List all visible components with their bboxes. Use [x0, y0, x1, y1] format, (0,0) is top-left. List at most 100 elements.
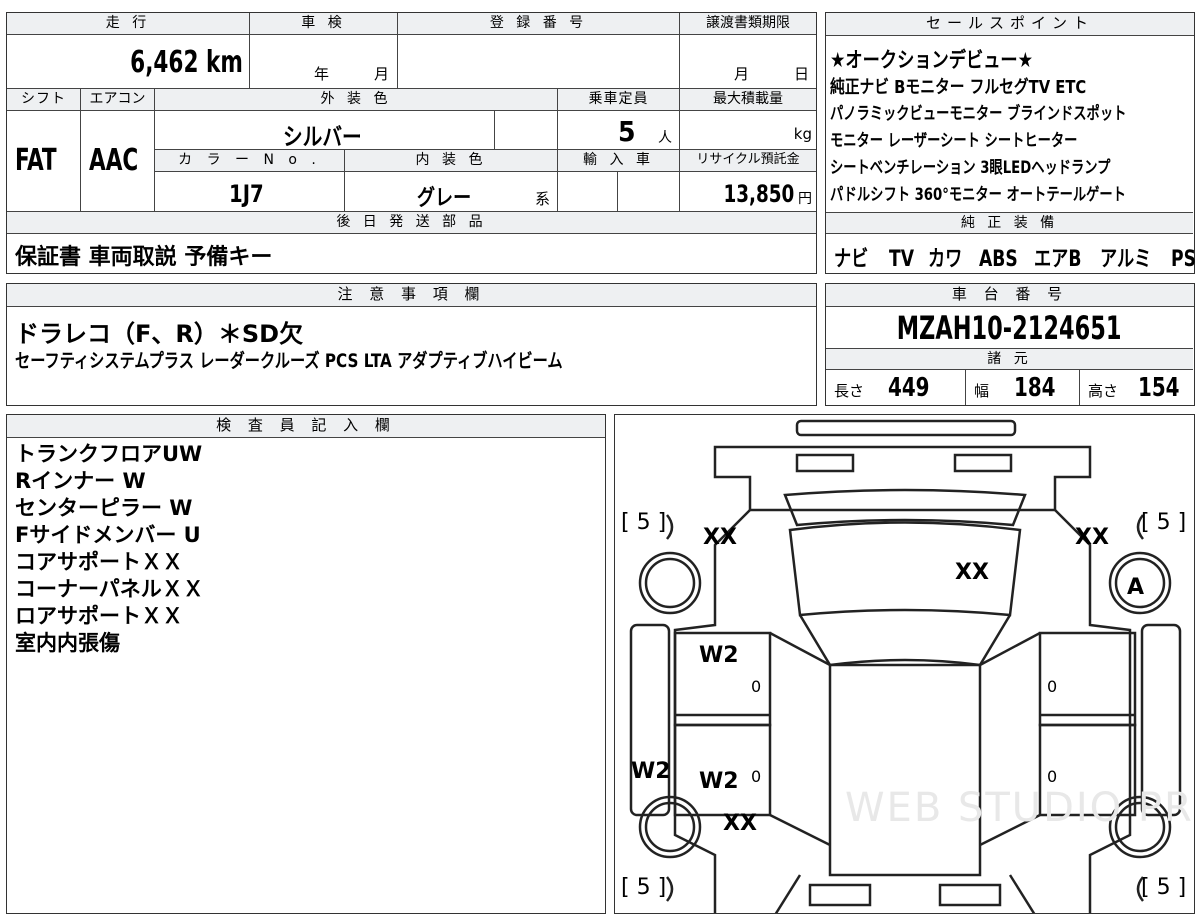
notes-panel: 注 意 事 項 欄 ドラレコ（F、R）＊SD欠 セーフティシステムプラス レーダ… — [6, 283, 817, 406]
damage-mark-wheel-right: A — [1127, 575, 1145, 600]
shift-value: FAT — [15, 143, 57, 178]
tire-tread-rear-right: [ 5 ] — [1141, 875, 1187, 900]
inspector-line: コアサポートＸＸ — [15, 550, 183, 574]
mileage-cell: 6,462 km — [7, 35, 250, 89]
equipment-item: アルミ — [1099, 247, 1152, 272]
length-value: 449 — [888, 373, 930, 403]
vehicle-info-table: 走 行 車 検 登 録 番 号 譲渡書類期限 6,462 km 年 月 月 日 … — [6, 12, 817, 274]
capacity-unit: 人 — [658, 130, 672, 146]
door-mark-zero: 0 — [751, 767, 762, 786]
sales-points-panel: セールスポイント ★オークションデビュー★ 純正ナビ Bモニター フルセグTV … — [825, 12, 1196, 274]
specs-header: 諸 元 — [826, 348, 1193, 370]
notes-line-1: ドラレコ（F、R）＊SD欠 — [15, 320, 304, 348]
length-cell: 長さ 449 — [826, 370, 966, 405]
car-damage-diagram: WEB STUDIO PRO [ 5 ] [ 5 ] [ 5 ] [ 5 ] X… — [614, 414, 1195, 914]
height-label: 高さ — [1088, 382, 1119, 400]
shift-header: シフト — [7, 89, 81, 111]
aircon-cell: AAC — [81, 111, 155, 212]
interior-color-cell: グレー 系 — [345, 172, 558, 212]
transfer-deadline-header: 譲渡書類期限 — [680, 13, 816, 35]
capacity-cell: 5 人 — [558, 111, 680, 150]
later-parts-value: 保証書 車両取説 予備キー — [15, 245, 273, 270]
sales-point-line: パドルシフト 360°モニター オートテールゲート — [830, 185, 1126, 205]
mileage-header: 走 行 — [7, 13, 250, 35]
inspector-line: Rインナー W — [15, 469, 146, 493]
deadline-month-unit: 月 — [734, 65, 750, 83]
max-load-unit: kg — [793, 125, 812, 143]
inspection-cell: 年 月 — [250, 35, 398, 89]
import-cell-b — [618, 172, 680, 212]
sales-point-line: モニター レーザーシート シートヒーター — [830, 131, 1078, 151]
registration-header: 登 録 番 号 — [398, 13, 680, 35]
damage-mark-sill-left: W2 — [631, 759, 671, 784]
exterior-color-header: 外 装 色 — [155, 89, 558, 111]
import-header: 輸 入 車 — [558, 150, 680, 172]
equipment-item: ABS — [979, 247, 1019, 272]
tire-tread-front-right: [ 5 ] — [1141, 510, 1187, 535]
aircon-value: AAC — [89, 143, 139, 178]
exterior-color-extra-cell — [495, 111, 558, 150]
damage-mark-rear-left: XX — [723, 811, 757, 836]
tire-tread-rear-left: [ 5 ] — [621, 875, 667, 900]
inspection-year-unit: 年 — [314, 65, 330, 83]
inspector-line: Fサイドメンバー U — [15, 523, 201, 547]
sales-point-line: 純正ナビ Bモニター フルセグTV ETC — [830, 77, 1087, 98]
equipment-item: カワ — [928, 247, 963, 272]
exterior-color-value: シルバー — [283, 123, 362, 151]
width-value: 184 — [1014, 373, 1056, 403]
damage-mark-front-right: XX — [1075, 525, 1109, 550]
sales-points-header: セールスポイント — [826, 13, 1194, 36]
inspection-month-unit: 月 — [374, 65, 390, 83]
exterior-color-cell: シルバー — [155, 111, 495, 151]
interior-color-suffix: 系 — [535, 190, 551, 208]
width-label: 幅 — [974, 382, 990, 400]
recycle-value: 13,850 — [723, 180, 794, 208]
chassis-header: 車 台 番 号 — [826, 284, 1194, 307]
door-mark-zero: 0 — [751, 677, 762, 696]
shift-cell: FAT — [7, 111, 81, 212]
capacity-value: 5 — [618, 115, 636, 148]
max-load-header: 最大積載量 — [680, 89, 816, 111]
door-mark-zero: 0 — [1047, 677, 1058, 696]
inspector-line: トランクフロアUW — [15, 442, 203, 466]
sales-points-list: ★オークションデビュー★ 純正ナビ Bモニター フルセグTV ETC パノラミッ… — [830, 47, 1200, 209]
mileage-value: 6,462 km — [130, 45, 243, 80]
equipment-item: ナビ — [834, 247, 869, 272]
recycle-cell: 13,850 円 — [680, 172, 816, 212]
damage-mark-hood: XX — [955, 560, 989, 585]
watermark: WEB STUDIO PRO — [845, 785, 1195, 831]
color-no-header: カ ラ ー N o . — [155, 150, 345, 172]
equipment-item: TV — [889, 247, 915, 272]
inspector-line: センターピラー W — [15, 496, 193, 520]
chassis-number-text: MZAH10-2124651 — [897, 309, 1122, 347]
inspector-line: コーナーパネルＸＸ — [15, 577, 204, 601]
height-cell: 高さ 154 — [1080, 370, 1193, 405]
max-load-cell: kg — [680, 111, 816, 150]
aircon-header: エアコン — [81, 89, 155, 111]
equipment-item: PS — [1170, 247, 1196, 272]
width-cell: 幅 184 — [966, 370, 1080, 405]
inspection-header: 車 検 — [250, 13, 398, 35]
sales-point-line: ★オークションデビュー★ — [830, 48, 1034, 72]
inspector-panel: 検 査 員 記 入 欄 トランクフロアUW Rインナー W センターピラー W … — [6, 414, 606, 914]
damage-mark-front-left: XX — [703, 525, 737, 550]
interior-color-value: グレー — [417, 186, 472, 211]
length-label: 長さ — [834, 382, 865, 400]
damage-mark-door-rear-left: W2 — [699, 769, 739, 794]
color-no-cell: 1J7 — [155, 172, 345, 212]
chassis-panel: 車 台 番 号 MZAH10-2124651 諸 元 長さ 449 幅 184 … — [825, 283, 1195, 406]
inspector-header: 検 査 員 記 入 欄 — [7, 415, 605, 438]
height-value: 154 — [1138, 373, 1180, 403]
inspector-line: ロアサポートＸＸ — [15, 604, 183, 628]
equipment-item: エアB — [1034, 247, 1082, 272]
import-cell-a — [558, 172, 618, 212]
notes-header: 注 意 事 項 欄 — [7, 284, 816, 307]
inspector-line: 室内内張傷 — [15, 631, 120, 655]
inspector-list: トランクフロアUW Rインナー W センターピラー W Fサイドメンバー U コ… — [15, 441, 204, 657]
recycle-unit: 円 — [798, 191, 812, 207]
chassis-number: MZAH10-2124651 — [826, 308, 1193, 348]
transfer-deadline-cell: 月 日 — [680, 35, 816, 89]
factory-equipment-list: ナビ TV カワ ABS エアB アルミ PS PW — [834, 241, 1200, 273]
registration-cell — [398, 35, 680, 89]
factory-equipment-header: 純 正 装 備 — [826, 212, 1193, 234]
